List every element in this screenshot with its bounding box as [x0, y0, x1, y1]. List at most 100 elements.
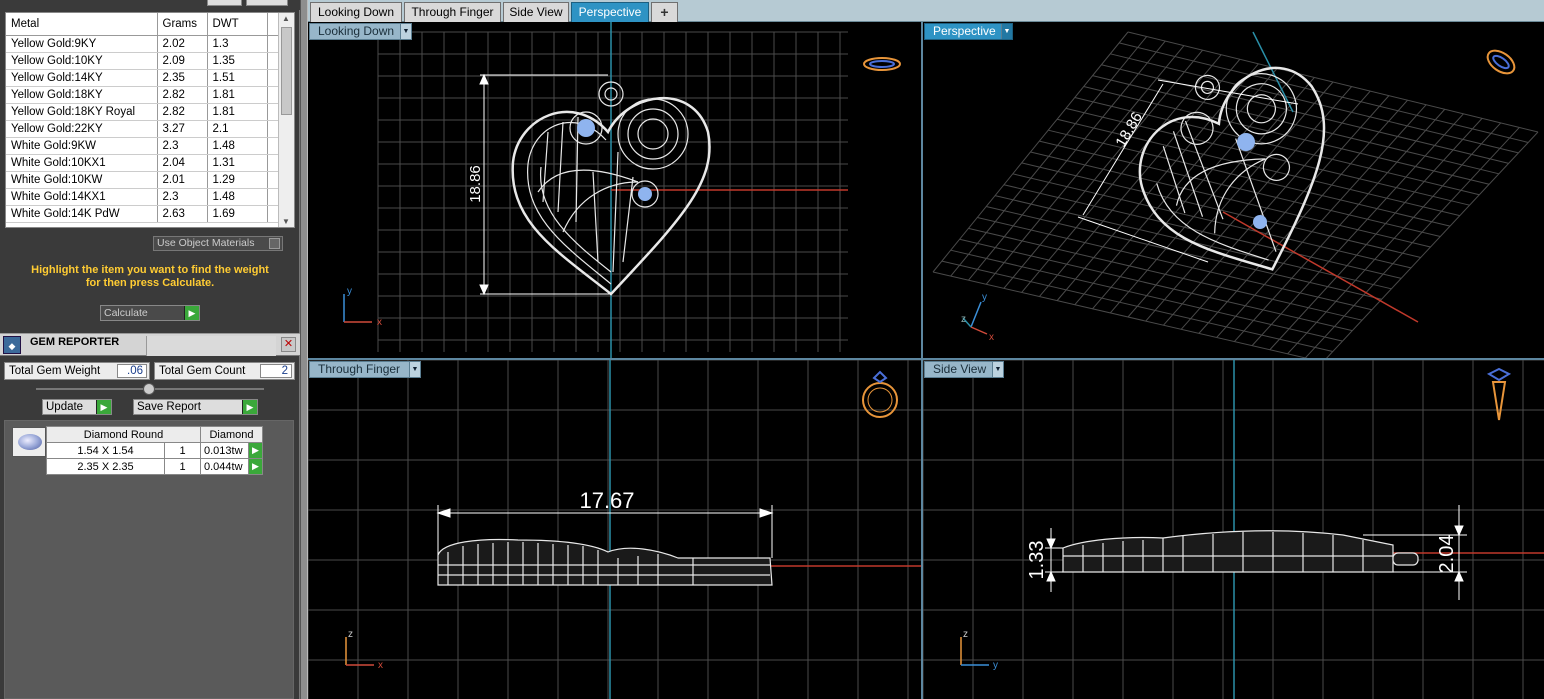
viewport-title: Looking Down	[318, 24, 395, 38]
axis-z-label: z	[961, 314, 966, 325]
dimension-label: 17.67	[579, 488, 634, 513]
viewport-divider-horizontal[interactable]	[308, 358, 1544, 360]
axis-z-label: z	[348, 629, 353, 640]
dimension-label: 18.86	[467, 165, 484, 203]
close-icon[interactable]: ✕	[281, 337, 296, 352]
viewport-through-finger[interactable]: Through Finger ▼ 17.67 z x	[308, 360, 922, 699]
perspective-grid	[932, 31, 1539, 358]
cell-dwt: 1.51	[207, 69, 268, 87]
total-gem-count-value: 2	[260, 364, 292, 378]
chevron-down-icon[interactable]: ▼	[992, 362, 1003, 377]
gem-slider-knob[interactable]	[143, 383, 155, 395]
gem-marker	[1237, 133, 1255, 151]
chevron-down-icon[interactable]: ▼	[1001, 24, 1012, 39]
viewport-title: Perspective	[933, 24, 996, 38]
gem-row[interactable]: 1.54 X 1.54 1 0.013tw ▶	[46, 442, 263, 459]
viewport-label-looking-down[interactable]: Looking Down ▼	[309, 23, 412, 40]
ring-nav-icon[interactable]	[1484, 46, 1519, 78]
table-row[interactable]: White Gold:9KW 2.3 1.48	[6, 137, 278, 155]
gem-reporter-title: GEM REPORTER	[30, 336, 120, 348]
cell-metal: White Gold:10KX1	[6, 154, 158, 172]
table-row[interactable]: Yellow Gold:18KY Royal 2.82 1.81	[6, 103, 278, 121]
cell-metal: Yellow Gold:9KY	[6, 35, 158, 53]
axis-gizmo: y x z	[961, 292, 994, 343]
play-arrow-icon[interactable]: ▶	[184, 306, 199, 320]
ring-nav-icon[interactable]	[863, 57, 901, 71]
unit-combo[interactable]	[207, 0, 242, 6]
gem-qty: 1	[164, 458, 201, 475]
update-button[interactable]: Update ▶	[42, 399, 112, 415]
tab-side-view[interactable]: Side View	[503, 2, 569, 22]
use-object-materials-toggle[interactable]: Use Object Materials	[153, 236, 283, 251]
header-tab-strip	[146, 336, 276, 356]
cell-dwt: 1.48	[207, 137, 268, 155]
table-row[interactable]: Yellow Gold:10KY 2.09 1.35	[6, 52, 278, 70]
cell-dwt: 1.3	[207, 35, 268, 53]
cell-grams: 2.82	[157, 86, 208, 104]
heart-pendant-model	[1138, 66, 1326, 271]
cell-dwt: 1.35	[207, 52, 268, 70]
metal-table-scrollbar[interactable]: ▲ ▼	[278, 13, 294, 227]
viewport-perspective[interactable]: Perspective ▼ 18.86 y x z	[923, 22, 1544, 358]
axis-y-label: y	[993, 660, 998, 671]
user-combo[interactable]	[246, 0, 288, 6]
scroll-thumb[interactable]	[281, 27, 292, 115]
play-arrow-icon[interactable]: ▶	[248, 442, 263, 459]
checkbox-icon[interactable]	[269, 238, 280, 249]
col-header-grams[interactable]: Grams	[157, 13, 208, 36]
tab-through-finger[interactable]: Through Finger	[404, 2, 501, 22]
axis-y-label: y	[982, 292, 987, 303]
play-arrow-icon[interactable]: ▶	[242, 400, 257, 414]
table-row[interactable]: White Gold:10KX1 2.04 1.31	[6, 154, 278, 172]
viewport-divider-vertical[interactable]	[921, 22, 923, 699]
cell-grams: 2.04	[157, 154, 208, 172]
gem-row[interactable]: 2.35 X 2.35 1 0.044tw ▶	[46, 458, 263, 475]
total-gem-weight: Total Gem Weight .06	[4, 362, 150, 380]
dimension-label-left: 1.33	[1026, 541, 1048, 580]
cell-grams: 2.01	[157, 171, 208, 189]
looking-down-canvas: 18.86 y x	[343, 22, 901, 358]
play-arrow-icon[interactable]: ▶	[248, 458, 263, 475]
table-row[interactable]: White Gold:10KW 2.01 1.29	[6, 171, 278, 189]
play-arrow-icon[interactable]: ▶	[96, 400, 111, 414]
gem-header-shape: Diamond Round	[46, 426, 201, 443]
cell-grams: 2.3	[157, 188, 208, 206]
view-tab-bar: Looking Down Through Finger Side View Pe…	[308, 0, 1544, 22]
table-row[interactable]: White Gold:14K PdW 2.63 1.69	[6, 205, 278, 223]
gem-list-panel: Diamond Round Diamond 1.54 X 1.54 1 0.01…	[4, 420, 294, 699]
table-row[interactable]: Yellow Gold:22KY 3.27 2.1	[6, 120, 278, 138]
pendant-side-profile	[437, 538, 773, 586]
through-finger-canvas: 17.67 z x	[308, 360, 922, 699]
cell-dwt: 1.29	[207, 171, 268, 189]
scroll-up-icon[interactable]: ▲	[282, 14, 290, 23]
viewport-label-through-finger[interactable]: Through Finger ▼	[309, 361, 421, 378]
add-tab-button[interactable]: +	[651, 2, 678, 22]
left-panel: Metal Grams DWT Yellow Gold:9KY 2.02 1.3 Ye…	[0, 0, 300, 699]
save-report-button[interactable]: Save Report ▶	[133, 399, 258, 415]
viewport-label-perspective[interactable]: Perspective ▼	[924, 23, 1013, 40]
viewport-side-view[interactable]: Side View ▼ 1.33 2.04 z y	[923, 360, 1544, 699]
gem-qty: 1	[164, 442, 201, 459]
scroll-down-icon[interactable]: ▼	[282, 217, 290, 226]
total-gem-count: Total Gem Count 2	[154, 362, 295, 380]
table-row[interactable]: White Gold:14KX1 2.3 1.48	[6, 188, 278, 206]
table-row[interactable]: Yellow Gold:14KY 2.35 1.51	[6, 69, 278, 87]
calculate-button[interactable]: Calculate ▶	[100, 305, 200, 321]
col-header-metal[interactable]: Metal	[6, 13, 158, 36]
panel-splitter[interactable]	[300, 0, 308, 699]
table-row[interactable]: Yellow Gold:9KY 2.02 1.3	[6, 35, 278, 53]
axis-gizmo: y x	[343, 286, 382, 328]
ring-nav-icon[interactable]	[1486, 367, 1512, 421]
table-row[interactable]: Yellow Gold:18KY 2.82 1.81	[6, 86, 278, 104]
total-gem-weight-label: Total Gem Weight	[9, 365, 101, 377]
cell-dwt: 1.81	[207, 86, 268, 104]
chevron-down-icon[interactable]: ▼	[400, 24, 411, 39]
viewport-looking-down[interactable]: Looking Down ▼ 18.86 y x	[308, 22, 922, 358]
col-header-dwt[interactable]: DWT	[207, 13, 268, 36]
tab-looking-down[interactable]: Looking Down	[310, 2, 402, 22]
cell-grams: 3.27	[157, 120, 208, 138]
gem-size: 1.54 X 1.54	[46, 442, 165, 459]
chevron-down-icon[interactable]: ▼	[409, 362, 420, 377]
viewport-label-side-view[interactable]: Side View ▼	[924, 361, 1004, 378]
tab-perspective[interactable]: Perspective	[571, 2, 649, 22]
